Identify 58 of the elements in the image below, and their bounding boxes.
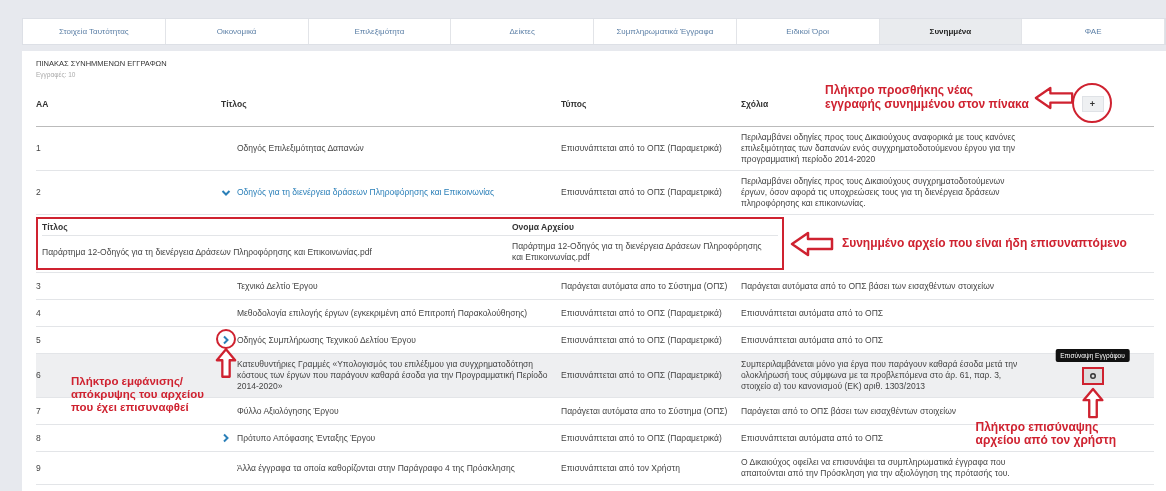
column-header: Ονομα Αρχείου	[512, 222, 575, 232]
add-button[interactable]: +	[1081, 96, 1104, 112]
table-cell: 4	[36, 307, 41, 318]
callout-arrow	[788, 230, 836, 257]
attach-button[interactable]	[1081, 366, 1104, 385]
chevron-right-icon[interactable]	[221, 433, 231, 443]
table-cell: Τεχνικό Δελτίο Έργου	[237, 280, 318, 292]
table-cell: Ο Δικαιούχος οφείλει να επισυνάψει τα συμπληρωματικά έγγραφα που απαιτούνται από την Πρόσκληση για την αξιολόγηση της πρότασής του.	[741, 457, 1010, 478]
column-header: Τύπος	[561, 99, 587, 109]
table-cell: Παράγεται από το ΟΠΣ βάσει των εισαχθέντων στοιχείων	[741, 405, 957, 416]
table-cell: Παράγεται αυτόματα από το ΟΠΣ βάσει των εισαχθέντων στοιχείων	[741, 280, 995, 291]
table-cell: 1	[36, 143, 41, 153]
annotation-label: Συνημμένο αρχείο που είναι ήδη επισυναπτόμενο	[842, 236, 1127, 251]
table-cell: Επισυνάπτεται από το ΟΠΣ (Παραμετρικά)	[561, 307, 722, 318]
table-cell-text: Παράρτημα 12-Οδηγός για τη διενέργεια Δράσεων Πληροφόρησης και Επικοινωνίας.pdf	[512, 240, 763, 264]
table-cell: Επισυνάπτεται από τον Χρήστη	[561, 462, 680, 473]
column-header: Σχόλια	[741, 99, 769, 109]
chevron-right-icon[interactable]	[221, 335, 231, 345]
table-cell-text: Παράρτημα 12-Οδηγός για τη διενέργεια Δράσεων Πληροφόρησης και Επικοινωνίας.pdf	[42, 245, 373, 259]
callout-arrow	[215, 347, 237, 379]
table-cell-text: Κατευθυντήριες Γραμμές «Υπολογισμός του επιλέξιμου για συγχρηματοδότηση κόστους των έργων που παράγουν καθαρά έσοδα για την Προγραμματική Περίοδο 2014-2020»	[237, 359, 549, 392]
table-cell: Οδηγός για τη διενέργεια δράσεων Πληροφόρησης και Επικοινωνίας	[237, 187, 495, 198]
annotation-label: Πλήκτρο εμφάνισης/ απόκρυψης του αρχείου που έχει επισυναφθεί	[71, 375, 205, 415]
tab[interactable]: Συνημμένα	[879, 19, 1023, 44]
table-cell: 7	[36, 405, 41, 416]
callout-arrow	[1034, 85, 1074, 110]
table-cell: Περιλαμβάνει οδηγίες προς τους Δικαιούχους αναφορικά με τους κανόνες επιλεξιμότητας των δαπανών ενός συγχρηματοδοτούμενου έργου για την προγραμματική περίοδο 2014-2020	[741, 132, 1016, 164]
table-cell: Παράγεται αυτόματα απο το Σύστημα (ΟΠΣ)	[561, 280, 728, 291]
annotation-label: Πλήκτρο προσθήκης νέας εγγραφής συνημμένου στον πίνακα	[825, 84, 1030, 112]
column-header: ΑΑ	[36, 99, 49, 109]
table-cell: Περιλαμβάνει οδηγίες προς τους Δικαιούχους συγχρηματοδοτούμενων έργων, όσον αφορά τις υποχρεώσεις τους για τη διενέργεια δράσεων πληροφόρησης και επικοινωνίας.	[741, 176, 1005, 208]
table-cell: Επισυνάπτεται από το ΟΠΣ (Παραμετρικά)	[561, 334, 722, 345]
table-cell: 5	[36, 334, 41, 345]
column-header: Τίτλος	[221, 99, 247, 109]
table-cell: 3	[36, 280, 41, 291]
highlight-circle	[1071, 83, 1112, 123]
table-cell: Επισυνάπτεται από το ΟΠΣ (Παραμετρικά)	[561, 432, 722, 443]
dot-icon	[1089, 372, 1096, 379]
table-cell: Συμπεριλαμβάνεται μόνο για έργα που παράγουν καθαρά έσοδα μετά την ολοκλήρωσή τους σύμφωνα με τα προβλεπόμενα στο άρ. 61, παρ. 3, στοιχείο α) του κανονισμού (ΕΚ) αριθ. 1303/2013	[741, 359, 1018, 391]
annotation-label: Πλήκτρο επισύναψης αρχείου από τον χρήστη	[975, 420, 1118, 449]
table-cell: Μεθοδολογία επιλογής έργων (εγκεκριμένη από Επιτροπή Παρακολούθησης)	[237, 307, 528, 319]
table-cell: Φύλλο Αξιολόγησης Έργου	[237, 405, 339, 417]
table-cell: 2	[36, 187, 41, 197]
table-cell: Οδηγός Συμπλήρωσης Τεχνικού Δελτίου Έργου	[237, 334, 416, 346]
table-cell: Επισυνάπτεται αυτόματα από το ΟΠΣ	[741, 307, 884, 318]
table-cell: Επισυνάπτεται από το ΟΠΣ (Παραμετρικά)	[561, 143, 722, 153]
column-header: Τίτλος	[42, 222, 69, 232]
table-cell: Επισυνάπτεται αυτόματα από το ΟΠΣ	[741, 334, 884, 345]
table-cell: Επισυνάπτεται από το ΟΠΣ (Παραμετρικά)	[561, 370, 722, 380]
table-cell: Άλλα έγγραφα τα οποία καθορίζονται στην Παράγραφο 4 της Πρόσκλησης	[237, 462, 515, 474]
table-cell: Πρότυπο Απόφασης Ένταξης Έργου	[237, 432, 376, 444]
table-cell: Οδηγός Επιλεξιμότητας Δαπανών	[237, 143, 364, 154]
table-cell: 6	[36, 370, 41, 380]
table-cell: Παράγεται αυτόματα απο το Σύστημα (ΟΠΣ)	[561, 405, 728, 416]
table-cell: 9	[36, 462, 41, 473]
table-cell: Επισυνάπτεται από το ΟΠΣ (Παραμετρικά)	[561, 187, 722, 197]
table-cell: Επισυνάπτεται αυτόματα από το ΟΠΣ	[741, 432, 884, 443]
table-cell: 8	[36, 432, 41, 443]
